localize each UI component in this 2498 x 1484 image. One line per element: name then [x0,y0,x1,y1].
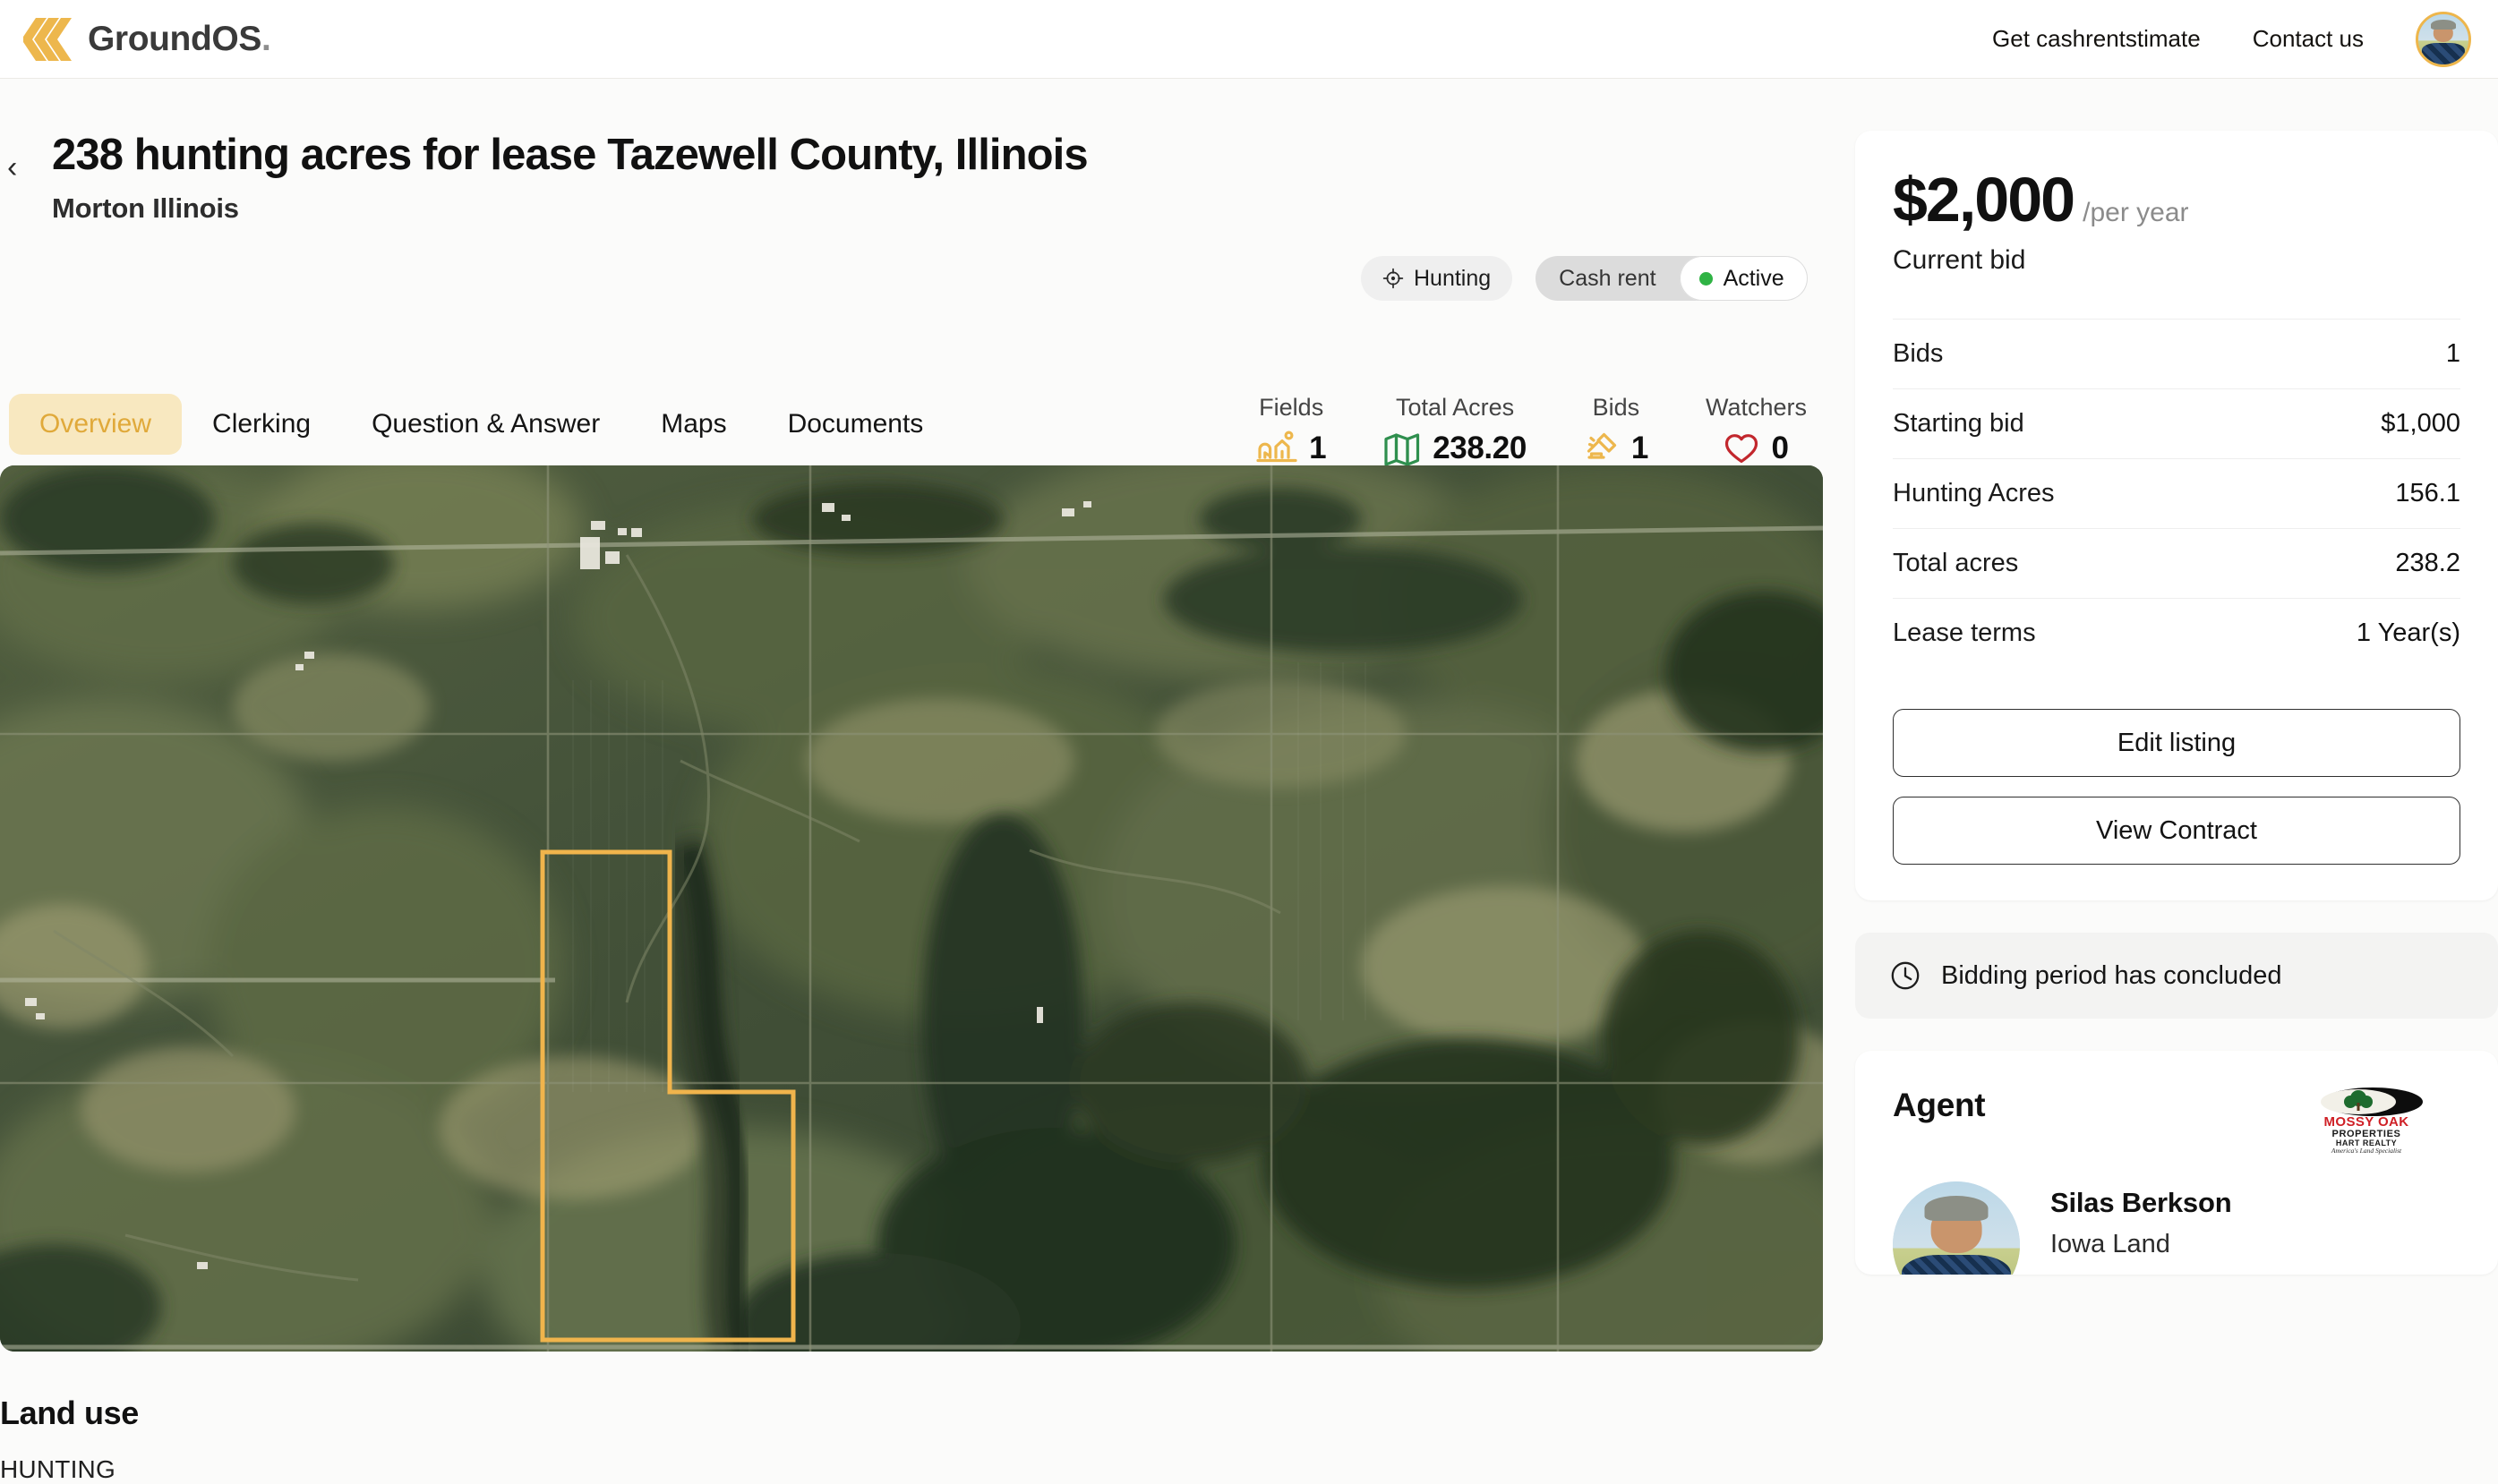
mossy-oak-properties-logo: MOSSY OAK PROPERTIES HART REALTY America… [2321,1087,2423,1155]
stat-watchers: Watchers 0 [1677,394,1835,466]
stat-bids-label: Bids [1592,394,1640,421]
field-barn-icon [1256,431,1297,463]
avatar-body [2421,42,2466,64]
badge-lease-type: Cash rent [1559,265,1656,291]
agent-info: Silas Berkson Iowa Land +1 (319) 471-275… [2050,1181,2379,1275]
listing-badges: Hunting Cash rent Active [1361,256,1808,301]
tab-clerking[interactable]: Clerking [182,394,341,455]
detail-row-lease-terms: Lease terms 1 Year(s) [1893,598,2460,668]
listing-stats: Fields 1 Total Acres 238.20 Bids 1 Watch… [1228,394,1844,466]
page-title: 238 hunting acres for lease Tazewell Cou… [52,131,1089,179]
detail-label-total-acres: Total acres [1893,549,2019,577]
tab-overview[interactable]: Overview [9,394,183,455]
detail-label-bids: Bids [1893,339,1944,368]
badge-lease-status-group: Cash rent Active [1536,256,1808,301]
stat-total-acres-label: Total Acres [1396,394,1515,421]
agent-photo-body [1901,1255,2012,1275]
stat-watchers-value: 0 [1771,431,1789,465]
badge-use-type-label: Hunting [1414,265,1492,291]
map-imagery-svg [0,465,1823,1352]
title-block: 238 hunting acres for lease Tazewell Cou… [52,131,1089,225]
stat-watchers-label: Watchers [1705,394,1807,421]
listing-tabs: Overview Clerking Question & Answer Maps… [0,394,954,455]
top-navigation: Get cashrentstimate Contact us [1992,11,2471,67]
detail-value-total-acres: 238.2 [2395,549,2460,577]
listing-detail-list: Bids 1 Starting bid $1,000 Hunting Acres… [1893,319,2460,668]
detail-value-starting-bid: $1,000 [2381,409,2460,438]
agent-name: Silas Berkson [2050,1187,2232,1218]
top-header-bar: GroundOS. Get cashrentstimate Contact us [0,0,2498,79]
gavel-icon [1587,432,1616,459]
brand-dot: . [261,19,271,58]
current-bid-caption: Current bid [1893,245,2026,275]
land-use-heading: Land use [0,1394,139,1431]
clock-icon [1891,961,1920,990]
stat-total-acres: Total Acres 238.20 [1355,394,1555,466]
tab-question-answer[interactable]: Question & Answer [341,394,630,455]
current-bid-price: $2,000 [1893,165,2075,235]
listing-main-column: ‹ 238 hunting acres for lease Tazewell C… [0,79,1844,1483]
listing-title-row: ‹ 238 hunting acres for lease Tazewell C… [0,79,1844,225]
avatar-cap [2431,19,2456,30]
detail-label-starting-bid: Starting bid [1893,409,2024,438]
nav-contact-us[interactable]: Contact us [2253,25,2364,53]
stat-fields-value: 1 [1309,431,1327,465]
parcel-satellite-map[interactable] [0,465,1823,1352]
brand-name: GroundOS. [88,19,271,58]
detail-row-starting-bid: Starting bid $1,000 [1893,388,2460,458]
view-contract-button[interactable]: View Contract [1893,797,2460,865]
svg-text:America's Land Specialist: America's Land Specialist [2331,1147,2402,1155]
detail-value-lease-terms: 1 Year(s) [2356,618,2460,647]
heart-icon [1725,434,1758,464]
badge-use-type: Hunting [1361,256,1513,301]
detail-row-hunting-acres: Hunting Acres 156.1 [1893,458,2460,528]
detail-row-bids: Bids 1 [1893,319,2460,388]
detail-label-lease-terms: Lease terms [1893,618,2036,647]
detail-value-hunting-acres: 156.1 [2395,479,2460,507]
badge-status: Active [1679,256,1808,301]
stat-total-acres-value: 238.20 [1433,431,1527,465]
detail-label-hunting-acres: Hunting Acres [1893,479,2055,507]
agent-photo [1893,1181,2020,1275]
agent-details: Silas Berkson Iowa Land +1 (319) 471-275… [1893,1181,2460,1275]
nav-get-cashrentstimate[interactable]: Get cashrentstimate [1992,25,2201,53]
price-unit: /per year [2083,198,2189,227]
agent-photo-cap [1924,1195,1989,1221]
groundos-chevron-icon [23,17,72,61]
listing-location: Morton Illinois [52,192,239,224]
user-avatar[interactable] [2416,11,2471,67]
bidding-status-notice: Bidding period has concluded [1855,933,2498,1019]
brand-logo[interactable]: GroundOS. [23,16,271,63]
map-imagery [0,465,1823,1352]
agent-heading: Agent [1893,1087,1986,1123]
badge-status-label: Active [1723,265,1784,291]
agent-card-header: Agent MOSSY OAK PROPERTIES HART REALTY A… [1893,1087,2460,1155]
tab-maps[interactable]: Maps [630,394,757,455]
agent-org: Iowa Land [2050,1230,2170,1258]
land-use-section: Land use HUNTING [0,1394,806,1484]
stat-bids: Bids 1 [1555,394,1677,466]
stat-fields: Fields 1 [1228,394,1355,466]
status-dot-icon [1698,271,1713,286]
listing-page: ‹ 238 hunting acres for lease Tazewell C… [0,79,2498,1483]
agent-card: Agent MOSSY OAK PROPERTIES HART REALTY A… [1855,1051,2498,1275]
edit-listing-button[interactable]: Edit listing [1893,709,2460,777]
svg-text:MOSSY OAK: MOSSY OAK [2323,1114,2408,1130]
back-button[interactable]: ‹ [7,152,38,183]
current-bid-price-row: $2,000 /per year [1893,168,2460,231]
map-fold-icon [1384,433,1420,466]
detail-row-total-acres: Total acres 238.2 [1893,528,2460,598]
bid-summary-card: $2,000 /per year Current bid Bids 1 Star… [1855,131,2498,900]
stat-bids-value: 1 [1630,431,1648,465]
tab-documents[interactable]: Documents [757,394,954,455]
detail-value-bids: 1 [2445,339,2460,368]
crosshair-icon [1382,268,1404,289]
stat-fields-label: Fields [1259,394,1324,421]
bidding-status-text: Bidding period has concluded [1941,960,2282,990]
land-use-value: HUNTING [0,1455,115,1483]
listing-sidebar: $2,000 /per year Current bid Bids 1 Star… [1855,131,2498,1275]
